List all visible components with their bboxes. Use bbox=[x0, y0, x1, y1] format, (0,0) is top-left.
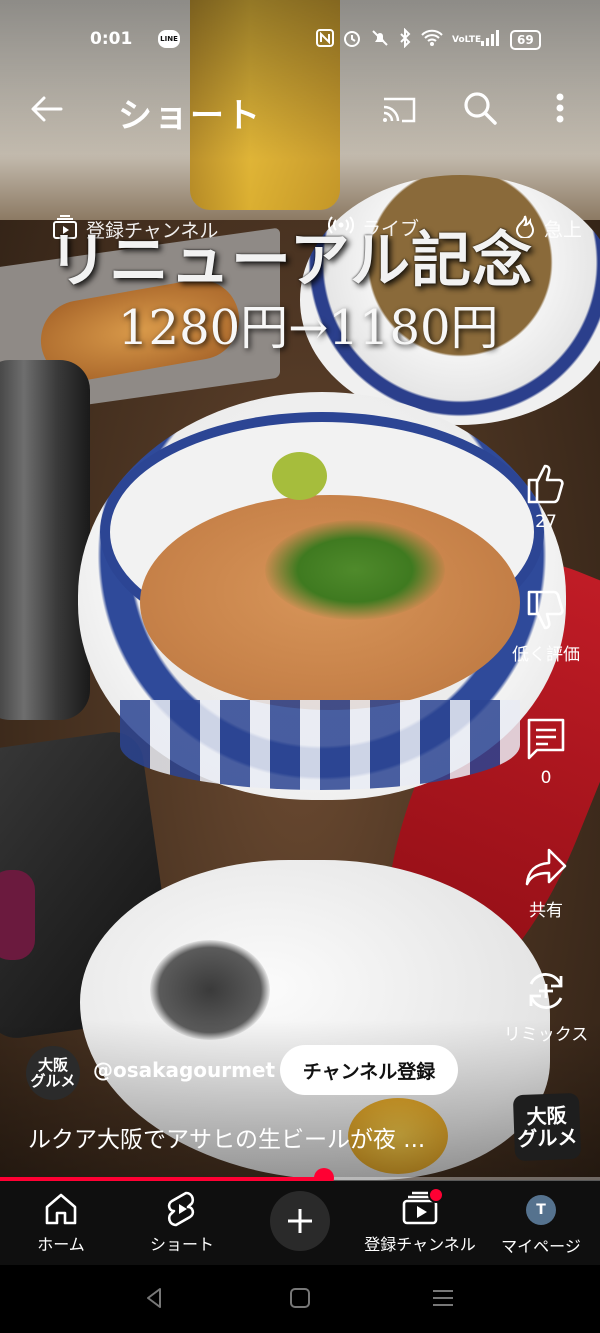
nav-home[interactable]: ホーム bbox=[30, 1189, 92, 1255]
thermos bbox=[0, 360, 90, 720]
dislike-label: 低く評価 bbox=[512, 645, 580, 665]
sound-thumbnail[interactable]: 大阪 グルメ bbox=[512, 1092, 582, 1162]
more-options-icon[interactable] bbox=[545, 88, 575, 128]
top-app-bar: ショート bbox=[0, 78, 600, 138]
share-icon bbox=[525, 848, 567, 886]
dislike-button[interactable]: 低く評価 bbox=[496, 588, 596, 665]
wasabi bbox=[272, 452, 327, 500]
status-time: 0:01 bbox=[90, 29, 133, 49]
bottom-navigation: ホーム ショート 登録チャンネル T マイページ bbox=[0, 1181, 600, 1265]
channel-avatar-line1: 大阪 bbox=[37, 1056, 68, 1074]
subscriptions-icon bbox=[400, 1187, 444, 1229]
nav-label: マイページ bbox=[501, 1237, 581, 1256]
channel-avatar[interactable]: 大阪 グルメ bbox=[26, 1046, 80, 1100]
notification-dot bbox=[428, 1187, 444, 1203]
thumbs-down-icon bbox=[527, 590, 564, 630]
home-icon bbox=[41, 1189, 81, 1229]
system-back-icon[interactable] bbox=[140, 1283, 170, 1313]
remix-button[interactable]: リミックス bbox=[496, 968, 596, 1045]
system-navigation-bar bbox=[0, 1265, 600, 1333]
thumbs-up-icon bbox=[527, 464, 564, 504]
sound-thumbnail-line2: グルメ bbox=[516, 1124, 578, 1152]
remix-label: リミックス bbox=[503, 1025, 589, 1045]
sound-thumbnail-line1: 大阪 bbox=[526, 1103, 568, 1129]
remix-icon bbox=[529, 973, 563, 1009]
shorts-screen: 0:01 LINE VoLTE 69 ショート 登録チャンネル ライブ 急上 リ… bbox=[0, 0, 600, 1333]
video-caption-price: 1280円→1180円 bbox=[118, 300, 499, 356]
signal-icon bbox=[480, 29, 502, 51]
nfc-icon bbox=[316, 29, 334, 51]
create-button[interactable] bbox=[270, 1191, 330, 1251]
like-button[interactable]: 27 bbox=[496, 460, 596, 532]
page-title: ショート bbox=[118, 96, 262, 136]
subscribe-button[interactable]: チャンネル登録 bbox=[280, 1045, 458, 1095]
channel-avatar-line2: グルメ bbox=[30, 1072, 76, 1090]
nav-label: 登録チャンネル bbox=[364, 1235, 476, 1254]
video-caption-title: リニューアル記念 bbox=[48, 226, 533, 296]
search-icon[interactable] bbox=[460, 88, 500, 128]
nav-subscriptions[interactable]: 登録チャンネル bbox=[358, 1187, 482, 1255]
channel-handle[interactable]: @osakagourmet bbox=[93, 1058, 275, 1082]
comment-button[interactable]: 0 bbox=[496, 716, 596, 788]
battery-indicator: 69 bbox=[510, 30, 541, 50]
like-count: 27 bbox=[535, 512, 557, 532]
nav-label: ショート bbox=[149, 1235, 214, 1254]
cast-icon[interactable] bbox=[380, 90, 418, 128]
line-app-icon: LINE bbox=[158, 30, 180, 48]
nav-my-page[interactable]: T マイページ bbox=[496, 1189, 586, 1257]
mute-icon bbox=[370, 28, 390, 52]
shorts-icon bbox=[162, 1189, 202, 1229]
comment-count: 0 bbox=[540, 768, 552, 788]
share-label: 共有 bbox=[529, 901, 563, 921]
tab-label: 急上 bbox=[544, 219, 583, 241]
system-home-icon[interactable] bbox=[285, 1283, 315, 1313]
system-recents-icon[interactable] bbox=[428, 1283, 458, 1313]
back-arrow-icon[interactable] bbox=[28, 90, 66, 128]
nav-shorts[interactable]: ショート bbox=[140, 1189, 224, 1255]
video-description[interactable]: ルクア大阪でアサヒの生ビールが夜 ... bbox=[28, 1120, 425, 1154]
bluetooth-icon bbox=[398, 27, 412, 52]
avatar: T bbox=[526, 1195, 556, 1225]
volte-label: VoLTE bbox=[452, 34, 482, 45]
comment-icon bbox=[527, 718, 565, 760]
alarm-icon bbox=[342, 28, 362, 52]
plus-icon bbox=[288, 1209, 312, 1233]
nav-label: ホーム bbox=[37, 1235, 85, 1254]
status-bar: 0:01 LINE VoLTE 69 bbox=[0, 22, 600, 58]
wifi-icon bbox=[420, 28, 444, 52]
share-button[interactable]: 共有 bbox=[496, 844, 596, 921]
